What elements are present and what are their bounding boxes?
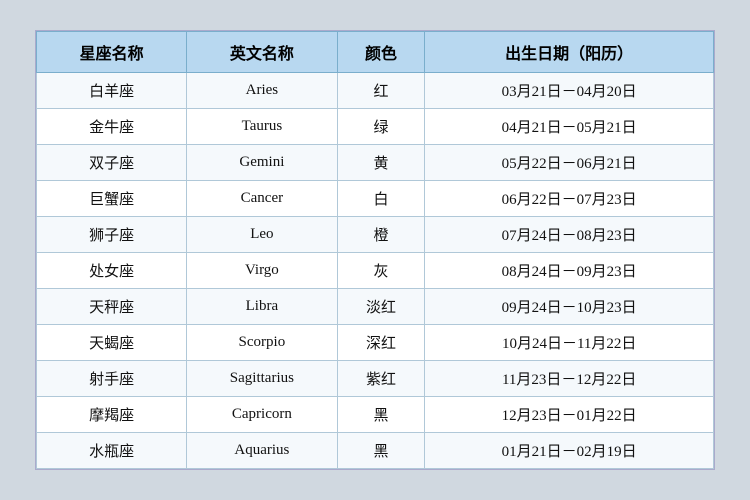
table-cell: 10月24日－11月22日: [425, 325, 714, 361]
table-row: 金牛座Taurus绿04月21日－05月21日: [37, 109, 714, 145]
table-cell: Capricorn: [187, 397, 337, 433]
table-row: 双子座Gemini黄05月22日－06月21日: [37, 145, 714, 181]
table-cell: 摩羯座: [37, 397, 187, 433]
table-cell: 08月24日－09月23日: [425, 253, 714, 289]
table-cell: 白羊座: [37, 73, 187, 109]
table-cell: 处女座: [37, 253, 187, 289]
table-header-row: 星座名称英文名称颜色出生日期（阳历）: [37, 32, 714, 73]
table-cell: Gemini: [187, 145, 337, 181]
table-cell: Libra: [187, 289, 337, 325]
table-cell: Taurus: [187, 109, 337, 145]
table-row: 摩羯座Capricorn黑12月23日－01月22日: [37, 397, 714, 433]
table-cell: 06月22日－07月23日: [425, 181, 714, 217]
table-row: 水瓶座Aquarius黑01月21日－02月19日: [37, 433, 714, 469]
table-cell: 射手座: [37, 361, 187, 397]
table-cell: 红: [337, 73, 425, 109]
table-row: 狮子座Leo橙07月24日－08月23日: [37, 217, 714, 253]
table-cell: 天秤座: [37, 289, 187, 325]
table-cell: 绿: [337, 109, 425, 145]
table-body: 白羊座Aries红03月21日－04月20日金牛座Taurus绿04月21日－0…: [37, 73, 714, 469]
table-cell: Aquarius: [187, 433, 337, 469]
table-cell: 03月21日－04月20日: [425, 73, 714, 109]
table-cell: 12月23日－01月22日: [425, 397, 714, 433]
table-cell: Sagittarius: [187, 361, 337, 397]
zodiac-table: 星座名称英文名称颜色出生日期（阳历） 白羊座Aries红03月21日－04月20…: [36, 31, 714, 469]
table-header-cell: 星座名称: [37, 32, 187, 73]
table-cell: 11月23日－12月22日: [425, 361, 714, 397]
table-row: 巨蟹座Cancer白06月22日－07月23日: [37, 181, 714, 217]
table-header-cell: 英文名称: [187, 32, 337, 73]
table-cell: 淡红: [337, 289, 425, 325]
table-header-cell: 颜色: [337, 32, 425, 73]
table-cell: Scorpio: [187, 325, 337, 361]
table-cell: 07月24日－08月23日: [425, 217, 714, 253]
table-cell: Leo: [187, 217, 337, 253]
table-cell: 深红: [337, 325, 425, 361]
table-cell: 04月21日－05月21日: [425, 109, 714, 145]
table-cell: 狮子座: [37, 217, 187, 253]
table-cell: 紫红: [337, 361, 425, 397]
table-cell: Aries: [187, 73, 337, 109]
table-cell: 05月22日－06月21日: [425, 145, 714, 181]
table-cell: 金牛座: [37, 109, 187, 145]
table-cell: 天蝎座: [37, 325, 187, 361]
table-row: 天秤座Libra淡红09月24日－10月23日: [37, 289, 714, 325]
table-cell: Virgo: [187, 253, 337, 289]
table-cell: 01月21日－02月19日: [425, 433, 714, 469]
table-cell: 黑: [337, 397, 425, 433]
table-cell: Cancer: [187, 181, 337, 217]
table-row: 天蝎座Scorpio深红10月24日－11月22日: [37, 325, 714, 361]
table-cell: 白: [337, 181, 425, 217]
zodiac-table-container: 星座名称英文名称颜色出生日期（阳历） 白羊座Aries红03月21日－04月20…: [35, 30, 715, 470]
table-cell: 双子座: [37, 145, 187, 181]
table-cell: 黑: [337, 433, 425, 469]
table-cell: 水瓶座: [37, 433, 187, 469]
table-row: 处女座Virgo灰08月24日－09月23日: [37, 253, 714, 289]
table-row: 射手座Sagittarius紫红11月23日－12月22日: [37, 361, 714, 397]
table-row: 白羊座Aries红03月21日－04月20日: [37, 73, 714, 109]
table-header-cell: 出生日期（阳历）: [425, 32, 714, 73]
table-cell: 09月24日－10月23日: [425, 289, 714, 325]
table-cell: 黄: [337, 145, 425, 181]
table-cell: 巨蟹座: [37, 181, 187, 217]
table-cell: 灰: [337, 253, 425, 289]
table-cell: 橙: [337, 217, 425, 253]
